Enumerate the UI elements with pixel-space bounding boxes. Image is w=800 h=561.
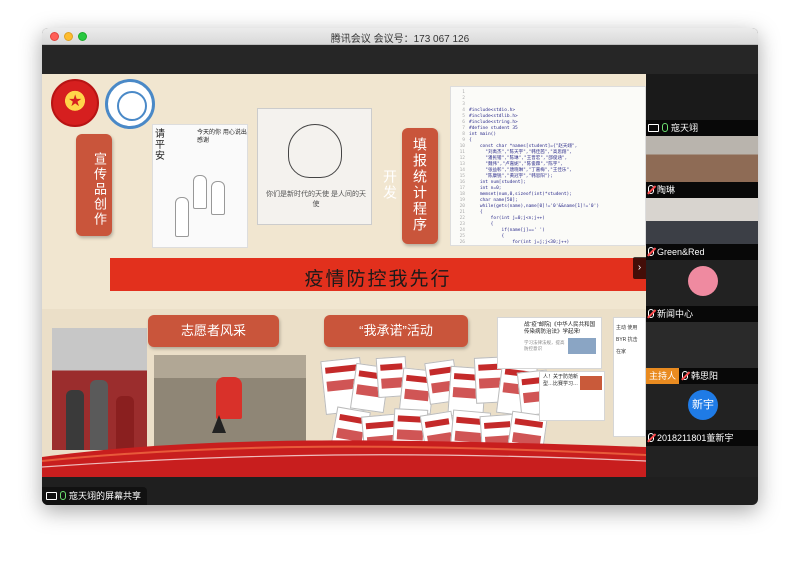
participant-video [646,198,758,244]
participant-name-bar: 新闻中心 [646,306,758,322]
pledge-card-block [429,366,452,376]
title-bar: 腾讯会议 会议号：173 067 126 [42,28,758,45]
phone-thumbnail-2 [580,376,602,390]
meeting-window: 腾讯会议 会议号：173 067 126 宣传品创作 请平安 今天的你 用心说出… [42,28,758,505]
mic-muted-icon [648,247,654,256]
poster-figure [193,175,207,209]
participant-name: 寇天翊 [671,123,699,133]
mic-icon [60,491,66,500]
phone-headline-2: 人！关于防范新型…比赛学习… [543,374,579,387]
avatar: 新宇 [688,390,718,420]
pledge-card-block [404,388,430,402]
photo-volunteer [216,377,242,419]
expand-arrow-icon[interactable]: › [633,257,646,279]
label-volunteer: 志愿者风采 [148,315,279,347]
participant-name-bar: Green&Red [646,244,758,260]
participant-video [646,136,758,182]
shared-screen-slide: 宣传品创作 请平安 今天的你 用心说出感谢 你们是新时代的天使 是人间的天使 填… [42,74,646,477]
participant-name: 2018211801董新宇 [657,433,734,443]
mic-muted-icon [648,185,654,194]
participant-list: 寇天翊陶琳 Green&Red 新闻中心主持人 韩思阳新宇 2018211801董新宇 [646,74,758,477]
participant-name-bar: 陶琳 [646,182,758,198]
code-line-numbers: 1 2 3 4 5 6 7 8 9 10 11 12 13 14 15 16 1… [459,90,465,245]
youth-league-emblem [51,79,99,127]
poster-figure [175,197,189,237]
pledge-card-block [483,421,511,429]
code-body: #include<stdio.h> #include<stdlib.h> #incl… [469,108,641,245]
participant-name-bar: 寇天翊 [646,120,758,136]
slide-bottom-section: 志愿者风采 “我承诺”活动 战“疫”邮院|《中华人民共和国传染病防治法》学起来!… [42,309,646,477]
poster-masked-nurse: 你们是新时代的天使 是人间的天使 [257,108,372,225]
phone-side-text: 主动 使用 BYR 抗击 在家 [616,325,638,355]
red-ribbon-decoration [42,440,646,477]
code-screenshot: 1 2 3 4 5 6 7 8 9 10 11 12 13 14 15 16 1… [450,86,646,246]
mic-muted-icon [648,433,654,442]
participant-tile[interactable]: 陶琳 [646,136,758,198]
phone-headline: 战“疫”邮院|《中华人民共和国传染病防治法》学起来! [524,322,596,335]
poster-nurse-face [288,124,342,178]
pledge-card-block [380,363,403,371]
window-title: 腾讯会议 会议号：173 067 126 [330,34,470,45]
participant-name: Green&Red [657,247,705,257]
slogan-banner: 疫情防控我先行 [110,258,646,291]
pledge-card-block [324,364,358,374]
meeting-top-bar [42,45,758,74]
participant-tile[interactable]: Green&Red [646,198,758,260]
share-status-text: 寇天翊的屏幕共享 [69,491,142,501]
poster-caption: 你们是新时代的天使 是人间的天使 [266,191,366,208]
participant-tile[interactable] [646,446,758,477]
poster-figure [211,181,225,215]
participant-tile[interactable]: 主持人 韩思阳 [646,322,758,384]
participant-name: 韩思阳 [691,371,719,381]
mic-muted-icon [682,371,689,380]
label-publicity: 宣传品创作 [76,134,112,236]
phone-screenshot-side: 主动 使用 BYR 抗击 在家 [613,317,646,437]
label-program: 填报统计程序开发 [382,128,438,244]
participant-video [646,446,758,477]
participant-name-bar: 主持人 韩思阳 [646,368,758,384]
pledge-card-block [365,420,395,430]
participant-name-bar: 2018211801董新宇 [646,430,758,446]
participant-video [646,322,758,368]
mic-muted-icon [648,309,654,318]
participant-tile[interactable]: 新闻中心 [646,260,758,322]
avatar [688,266,718,296]
phone-thumbnail [568,338,596,354]
label-pledge: “我承诺”活动 [324,315,468,347]
slide-top-section: 宣传品创作 请平安 今天的你 用心说出感谢 你们是新时代的天使 是人间的天使 填… [42,74,646,309]
school-emblem [105,79,155,129]
phone-screenshot-article-2: 人！关于防范新型…比赛学习… [539,371,605,421]
share-status-bar: 寇天翊的屏幕共享 [42,487,148,505]
slogan-text: 疫情防控我先行 [304,269,452,290]
phone-subtitle: 学习法律法规，提高防控意识 [524,340,565,351]
participant-video [646,74,758,120]
pledge-card-block [424,418,450,428]
share-screen-icon [648,124,659,132]
poster-note-top: 今天的你 用心说出感谢 [197,129,247,144]
participant-name: 陶琳 [657,185,676,195]
mic-icon [662,123,668,132]
participant-tile[interactable]: 新宇 2018211801董新宇 [646,384,758,446]
poster-note-left: 请平安 [155,129,165,162]
participant-tile[interactable]: 寇天翊 [646,74,758,136]
share-screen-icon [46,492,57,500]
host-badge: 主持人 [646,368,680,384]
phone-screenshot-article: 战“疫”邮院|《中华人民共和国传染病防治法》学起来! 学习法律法规，提高防控意识 [497,317,602,369]
poster-hand-drawn-doctors: 请平安 今天的你 用心说出感谢 [152,124,248,248]
participant-name: 新闻中心 [657,309,694,319]
